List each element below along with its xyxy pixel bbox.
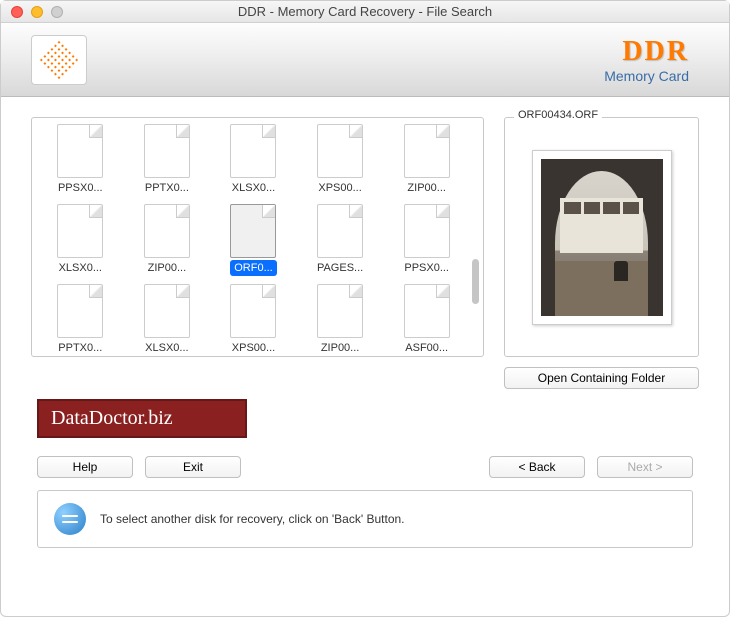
- brand-block: DDR Memory Card: [604, 36, 699, 84]
- main-content: PPSX0... PPTX0... XLSX0... XPS00... ZIP00...…: [1, 97, 729, 357]
- file-label: ZIP00...: [317, 340, 364, 356]
- window-title: DDR - Memory Card Recovery - File Search: [1, 4, 729, 19]
- file-icon: [404, 204, 450, 258]
- file-item[interactable]: PPSX0...: [40, 122, 121, 196]
- back-button[interactable]: < Back: [489, 456, 585, 478]
- file-panel-wrapper: PPSX0... PPTX0... XLSX0... XPS00... ZIP00...…: [31, 117, 484, 357]
- open-containing-folder-button[interactable]: Open Containing Folder: [504, 367, 699, 389]
- file-item[interactable]: PAGES...: [300, 202, 381, 276]
- file-item[interactable]: XPS00...: [213, 282, 294, 356]
- file-label: PAGES...: [313, 260, 367, 276]
- file-icon: [144, 204, 190, 258]
- app-logo: [31, 35, 87, 85]
- file-icon: [57, 284, 103, 338]
- file-icon: [230, 204, 276, 258]
- checker-icon: [38, 38, 80, 80]
- datadoctor-badge: DataDoctor.biz: [37, 399, 247, 438]
- file-label: ZIP00...: [144, 260, 191, 276]
- file-icon: [230, 124, 276, 178]
- file-list-panel: PPSX0... PPTX0... XLSX0... XPS00... ZIP00...…: [31, 117, 484, 357]
- file-label: ZIP00...: [403, 180, 450, 196]
- preview-panel-wrapper: ORF00434.ORF: [504, 117, 699, 357]
- preview-image: [541, 159, 663, 316]
- brand-name: DDR: [604, 36, 689, 68]
- file-item[interactable]: PPSX0...: [386, 202, 467, 276]
- file-item[interactable]: XPS00...: [300, 122, 381, 196]
- file-item[interactable]: XLSX0...: [40, 202, 121, 276]
- preview-filename: ORF00434.ORF: [514, 109, 602, 121]
- preview-panel: [504, 117, 699, 357]
- file-item[interactable]: ZIP00...: [386, 122, 467, 196]
- file-label: XLSX0...: [55, 260, 106, 276]
- help-button[interactable]: Help: [37, 456, 133, 478]
- file-grid: PPSX0... PPTX0... XLSX0... XPS00... ZIP00...…: [32, 118, 483, 357]
- file-item[interactable]: ZIP00...: [127, 202, 208, 276]
- file-icon: [404, 124, 450, 178]
- file-icon: [230, 284, 276, 338]
- file-item[interactable]: XLSX0...: [213, 122, 294, 196]
- file-list-scrollbar[interactable]: [472, 128, 480, 346]
- titlebar: DDR - Memory Card Recovery - File Search: [1, 1, 729, 23]
- file-label: XPS00...: [228, 340, 279, 356]
- file-label: ORF0...: [230, 260, 277, 276]
- file-label: XLSX0...: [141, 340, 192, 356]
- file-icon: [57, 204, 103, 258]
- file-label: PPTX0...: [54, 340, 106, 356]
- file-item[interactable]: PPTX0...: [127, 122, 208, 196]
- file-item[interactable]: ASF00...: [386, 282, 467, 356]
- file-icon: [144, 124, 190, 178]
- file-label: PPSX0...: [400, 260, 453, 276]
- preview-frame: [532, 150, 672, 325]
- next-button: Next >: [597, 456, 693, 478]
- file-icon: [144, 284, 190, 338]
- file-icon: [317, 124, 363, 178]
- file-icon: [57, 124, 103, 178]
- chat-bubble-icon: [54, 503, 86, 535]
- file-item[interactable]: ORF0...: [213, 202, 294, 276]
- scroll-thumb[interactable]: [472, 259, 479, 304]
- file-icon: [404, 284, 450, 338]
- hint-text: To select another disk for recovery, cli…: [100, 512, 405, 526]
- file-icon: [317, 284, 363, 338]
- hint-box: To select another disk for recovery, cli…: [37, 490, 693, 548]
- file-item[interactable]: ZIP00...: [300, 282, 381, 356]
- exit-button[interactable]: Exit: [145, 456, 241, 478]
- wizard-buttons: Help Exit < Back Next >: [1, 438, 729, 486]
- file-label: XPS00...: [314, 180, 365, 196]
- file-label: PPTX0...: [141, 180, 193, 196]
- brand-product: Memory Card: [604, 68, 689, 84]
- file-label: ASF00...: [401, 340, 452, 356]
- file-item[interactable]: PPTX0...: [40, 282, 121, 356]
- file-label: PPSX0...: [54, 180, 107, 196]
- file-item[interactable]: XLSX0...: [127, 282, 208, 356]
- open-folder-row: Open Containing Folder: [1, 367, 729, 389]
- file-icon: [317, 204, 363, 258]
- header-banner: DDR Memory Card: [1, 23, 729, 97]
- file-label: XLSX0...: [228, 180, 279, 196]
